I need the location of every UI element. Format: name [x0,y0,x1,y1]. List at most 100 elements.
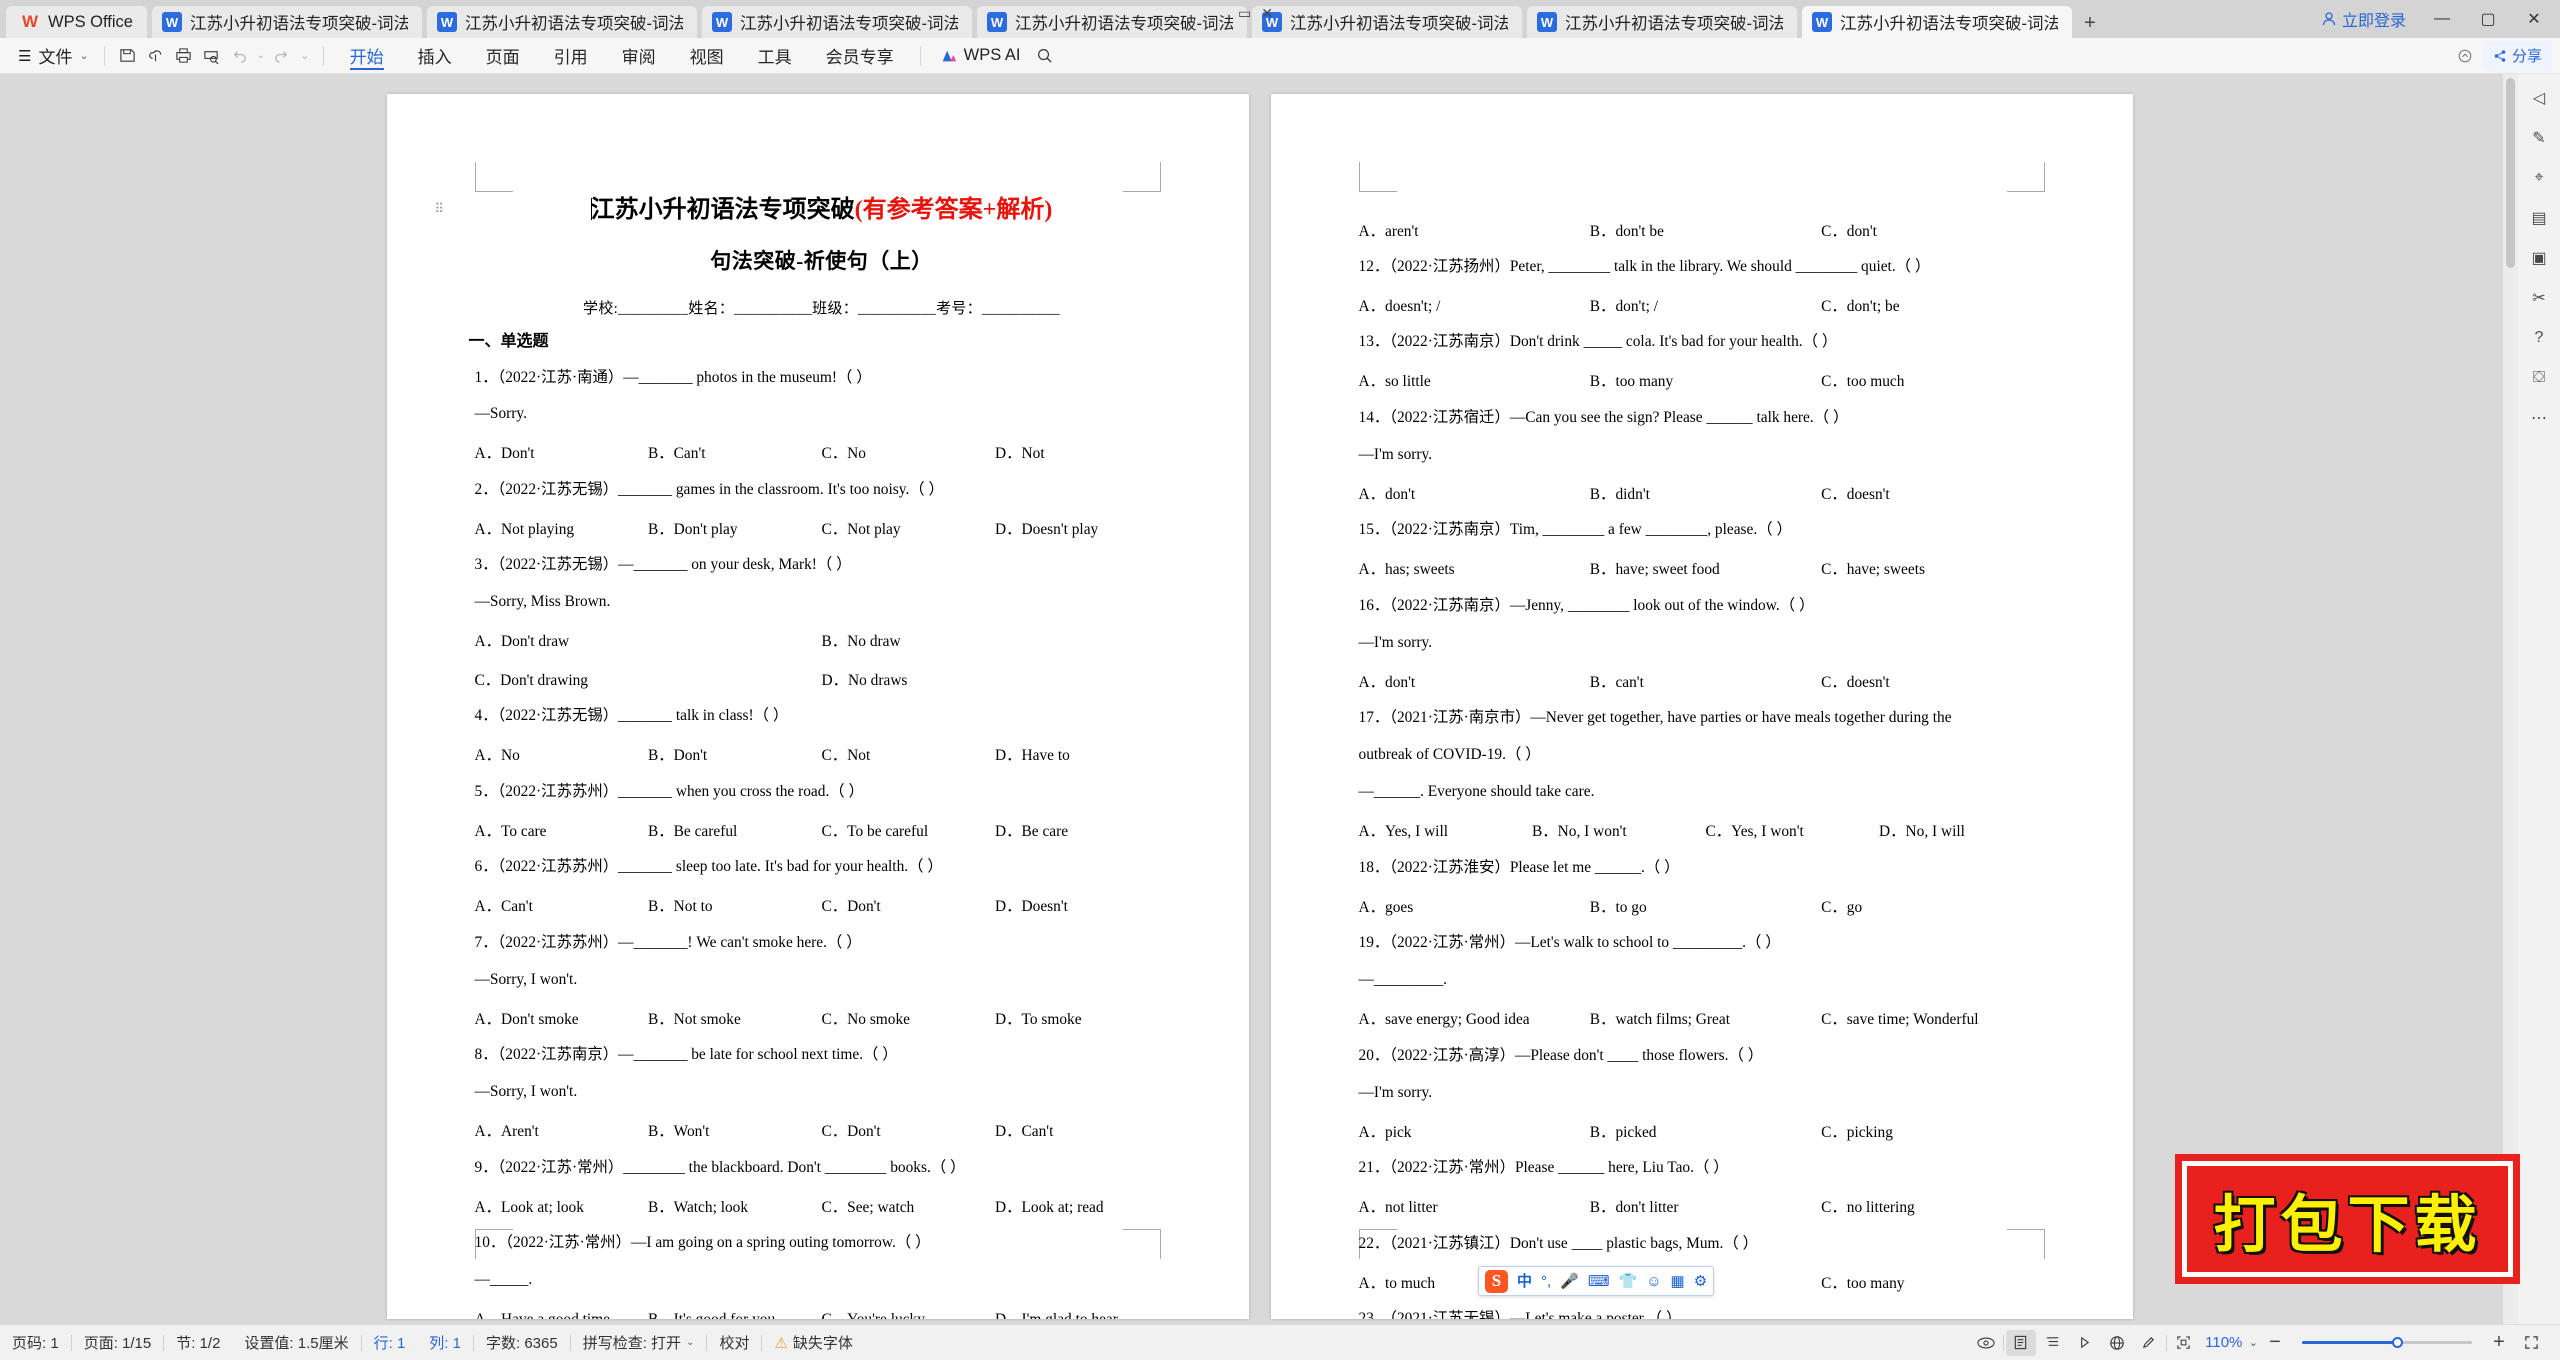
zoom-in-button[interactable]: + [2484,1330,2514,1356]
restore-window-button[interactable]: ▭ [1238,5,1251,22]
keyboard-icon[interactable]: ⌨ [1588,1274,1610,1289]
new-tab-button[interactable]: + [2077,8,2103,38]
edit-icon[interactable] [2134,1330,2164,1356]
document-work-area: ⠿ 江苏小升初语法专项突破(有参考答案+解析) 句法突破-祈使句（上） 学校:_… [0,74,2560,1324]
pen-icon[interactable]: ✎ [2525,126,2553,150]
punctuation-icon[interactable]: °, [1541,1274,1551,1289]
left-question-line: 7．（2022·江苏苏州）—_______! We can't smoke he… [474,933,862,951]
fit-page-icon[interactable] [2169,1330,2199,1356]
share-button[interactable]: 分享 [2482,41,2552,70]
sogou-ime-toolbar[interactable]: S 中 °, 🎤 ⌨ 👕 ☺ ▦ ⚙ [1478,1266,1715,1296]
save-icon[interactable] [114,43,142,69]
tab-wps-office-home[interactable]: W WPS Office [6,6,147,38]
undo-icon[interactable] [226,43,254,69]
image-icon[interactable]: ▣ [2525,246,2553,270]
right-option: B．didn't [1589,485,1650,503]
divider [919,45,921,66]
status-proofread[interactable]: 校对 [707,1332,761,1353]
document-page-right[interactable]: A．aren't B．don't be C．don't 12．（2022·江苏扬州）P… [1270,94,2133,1319]
cloud-save-icon[interactable] [142,43,170,69]
ime-mode-chinese[interactable]: 中 [1517,1274,1532,1289]
title-red-part: (有参考答案+解析) [854,197,1053,223]
tab-document-4[interactable]: W 江苏小升初语法专项突破-词法突破-冠 [976,6,1247,38]
status-missing-font[interactable]: ⚠ 缺失字体 [762,1332,864,1353]
document-page-left[interactable]: ⠿ 江苏小升初语法专项突破(有参考答案+解析) 句法突破-祈使句（上） 学校:_… [386,94,1249,1319]
right-option: A．don't [1358,673,1416,691]
tab-document-1[interactable]: W 江苏小升初语法专项突破-词法突破-冠 [151,6,422,38]
fullscreen-icon[interactable] [2516,1330,2546,1356]
zoom-dropdown-icon[interactable]: ⌄ [2249,1336,2258,1349]
emoji-icon[interactable]: ☺ [1646,1274,1661,1289]
close-panel-icon[interactable]: ◁ [2525,86,2553,110]
page-view-icon[interactable] [2005,1329,2036,1356]
ribbon-tab-member[interactable]: 会员专享 [809,39,911,73]
search-icon[interactable] [1031,43,1059,69]
zoom-slider[interactable] [2302,1337,2472,1348]
zoom-level-value[interactable]: 110% [2201,1334,2247,1351]
wps-logo-icon: W [21,12,39,31]
web-view-icon[interactable] [2102,1330,2132,1356]
toolbox-icon[interactable]: ▦ [1671,1274,1685,1289]
cursor-icon[interactable]: ⌖ [2525,166,2553,190]
settings-icon[interactable]: ⚙ [1694,1274,1707,1289]
customize-quick-access-icon[interactable]: ⌄ [296,43,314,69]
right-option: C．go [1821,898,1863,916]
pages-container[interactable]: ⠿ 江苏小升初语法专项突破(有参考答案+解析) 句法突破-祈使句（上） 学校:_… [16,74,2503,1324]
more-icon[interactable]: ⋯ [2525,406,2553,430]
tab-document-6[interactable]: W 江苏小升初语法专项突破-词法突破-冠 [1526,6,1797,38]
redo-icon[interactable] [268,43,296,69]
skin-icon[interactable]: 👕 [1619,1274,1638,1289]
right-question-line: —I'm sorry. [1358,445,1433,463]
left-option: A．Not playing [474,520,575,538]
ribbon-tab-insert[interactable]: 插入 [401,39,469,73]
shape-icon[interactable]: ✂ [2525,286,2553,310]
tag-icon[interactable]: ⛋ [2525,366,2553,390]
microphone-icon[interactable]: 🎤 [1560,1274,1579,1289]
ribbon-tab-page[interactable]: 页面 [469,39,537,73]
outline-view-icon[interactable] [2038,1330,2068,1356]
login-button[interactable]: 立即登录 [2309,7,2418,31]
ribbon-tab-view[interactable]: 视图 [673,39,741,73]
read-view-icon[interactable] [2070,1330,2100,1356]
vertical-scrollbar[interactable] [2503,74,2518,1324]
zoom-out-button[interactable]: − [2260,1330,2290,1356]
tab-document-3[interactable]: W 江苏小升初语法专项突破-词法突破-冠 [701,6,972,38]
document-title: 江苏小升初语法专项突破(有参考答案+解析) [475,192,1169,228]
ribbon-tab-reference[interactable]: 引用 [537,39,605,73]
print-icon[interactable] [170,43,198,69]
right-question-line: 13．（2022·江苏南京）Don't drink _____ cola. It… [1358,333,1838,351]
right-tool-rail: ◁ ✎ ⌖ ▤ ▣ ✂ ? ⛋ ⋯ [2518,74,2560,1324]
close-doc-button[interactable]: ✕ [1261,5,1273,22]
eye-icon[interactable] [1971,1330,2001,1356]
minimize-button[interactable]: — [2420,2,2464,36]
scrollbar-thumb[interactable] [2506,78,2515,268]
zoom-slider-knob[interactable] [2392,1337,2403,1348]
undo-dropdown-icon[interactable]: ⌄ [254,43,268,69]
tab-overflow-dropdown[interactable]: ⌄ [1295,5,1307,22]
wps-ai-label: WPS AI [963,46,1021,64]
paragraph-handle-icon[interactable]: ⠿ [435,202,446,215]
comment-icon[interactable]: ▤ [2525,206,2553,230]
ribbon-tab-review[interactable]: 审阅 [605,39,673,73]
tab-document-2[interactable]: W 江苏小升初语法专项突破-词法突破-冠 [426,6,697,38]
collapse-ribbon-icon[interactable] [2451,43,2479,69]
maximize-button[interactable]: ▢ [2466,2,2510,36]
right-question-line: outbreak of COVID-19.（ ） [1358,746,1541,764]
status-spellcheck[interactable]: 拼写检查: 打开 ⌄ [571,1332,707,1353]
file-menu-button[interactable]: ☰ 文件 ⌄ [12,43,95,68]
right-option-row: A．not litter B．don't litter C．no littering [1359,1195,2053,1217]
ribbon-bar: ☰ 文件 ⌄ ⌄ ⌄ 开始 插入 页面 引用 审阅 视图 工具 会员专享 WPS… [0,38,2560,74]
left-question-line: —Sorry. [474,405,527,423]
tab-document-7-active[interactable]: W 江苏小升初语法专项突破-词法突破-冠 [1801,6,2072,38]
print-preview-icon[interactable] [198,43,226,69]
right-option: C．picking [1821,1123,1893,1141]
file-menu-label: 文件 [38,48,73,67]
help-icon[interactable]: ? [2525,326,2553,350]
status-word-count[interactable]: 字数: 6365 [474,1332,570,1353]
ribbon-tab-tools[interactable]: 工具 [741,39,809,73]
ribbon-tab-start[interactable]: 开始 [333,39,401,73]
close-button[interactable]: ✕ [2512,2,2556,36]
left-question-line: —_____. [474,1271,533,1289]
wps-ai-button[interactable]: WPS AI [930,46,1031,65]
word-doc-icon: W [1536,12,1557,32]
